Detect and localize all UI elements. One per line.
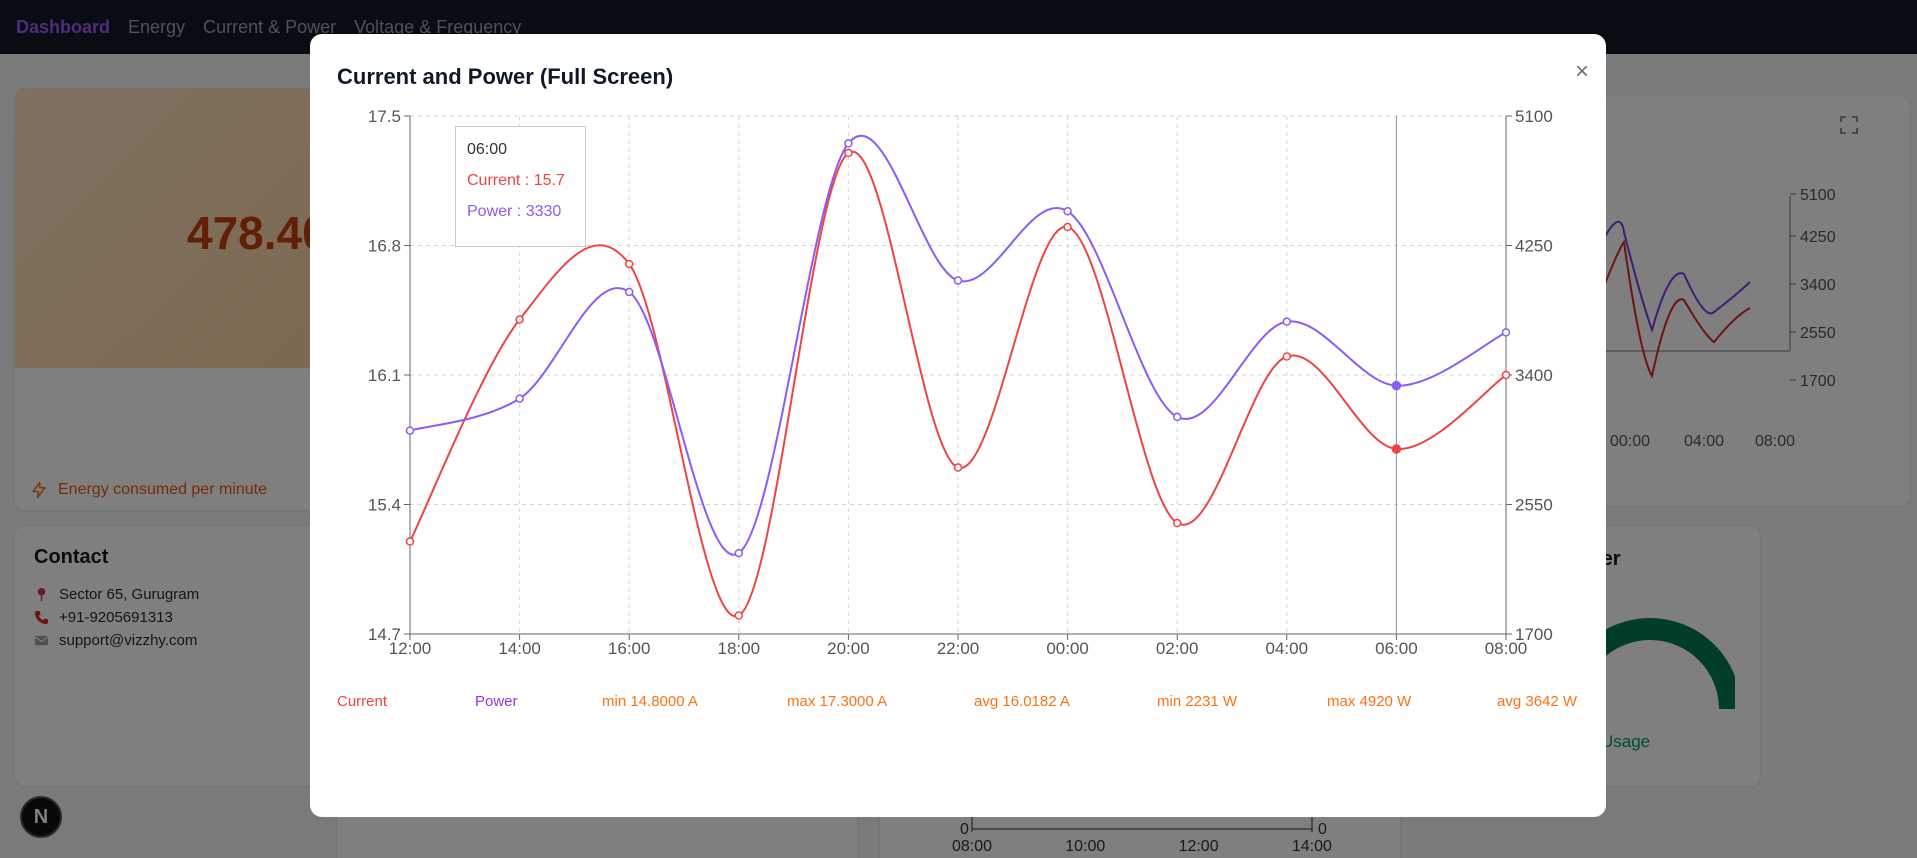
data-point-power[interactable] (844, 139, 853, 148)
y-left-tick-label: 16.1 (368, 366, 401, 385)
chart-tooltip: 06:00 Current : 15.7 Power : 3330 (455, 126, 586, 247)
tooltip-power: Power : 3330 (467, 203, 562, 220)
y-left-tick-label: 16.8 (368, 237, 401, 256)
data-point-current[interactable] (953, 463, 963, 472)
y-right-tick-label: 5100 (1515, 107, 1553, 126)
x-tick-label: 22:00 (937, 639, 980, 658)
legend-power[interactable]: Power (475, 693, 518, 710)
stat-power-min: min 2231 W (1157, 693, 1238, 710)
stat-power-max: max 4920 W (1327, 693, 1412, 710)
y-right-tick-label: 4250 (1515, 237, 1553, 256)
tooltip-time: 06:00 (467, 141, 508, 158)
data-point-power[interactable] (953, 276, 963, 285)
x-tick-label: 18:00 (718, 639, 761, 658)
x-tick-label: 14:00 (498, 639, 541, 658)
data-point-current[interactable] (1282, 352, 1292, 361)
data-point-current[interactable] (734, 611, 744, 620)
x-tick-label: 02:00 (1156, 639, 1199, 658)
stat-current-avg: avg 16.0182 A (974, 693, 1070, 710)
data-point-current[interactable] (515, 315, 524, 324)
data-point-power[interactable] (624, 287, 634, 297)
stats-row: Current Power min 14.8000 A max 17.3000 … (337, 693, 1577, 715)
y-right-tick-label: 3400 (1515, 366, 1553, 385)
data-point-power[interactable] (405, 426, 415, 435)
data-point-power[interactable] (515, 394, 524, 403)
data-point-current[interactable] (1501, 370, 1511, 380)
x-tick-label: 04:00 (1266, 639, 1309, 658)
x-tick-label: 16:00 (608, 639, 651, 658)
x-tick-label: 00:00 (1046, 639, 1089, 658)
stat-power-avg: avg 3642 W (1497, 693, 1578, 710)
fullscreen-chart-modal: Current and Power (Full Screen) × 17.5 16… (310, 34, 1606, 817)
data-point-current[interactable] (624, 259, 634, 269)
data-point-power[interactable] (1063, 206, 1072, 216)
x-tick-label: 20:00 (827, 639, 870, 658)
x-tick-label: 12:00 (389, 639, 432, 658)
tooltip-current: Current : 15.7 (467, 172, 565, 189)
data-point-power[interactable] (1172, 412, 1182, 422)
legend-current[interactable]: Current (337, 693, 387, 710)
data-point-power[interactable] (1282, 317, 1292, 326)
stat-current-max: max 17.3000 A (787, 693, 888, 710)
stat-current-min: min 14.8000 A (602, 693, 698, 710)
y-right-tick-label: 2550 (1515, 496, 1553, 515)
y-left-tick-label: 15.4 (368, 496, 401, 515)
data-point-power[interactable] (1391, 380, 1402, 391)
x-tick-label: 08:00 (1485, 639, 1528, 658)
x-tick-label: 06:00 (1375, 639, 1418, 658)
data-point-power[interactable] (734, 548, 744, 558)
data-point-current[interactable] (1063, 222, 1072, 232)
data-point-current[interactable] (1172, 518, 1182, 528)
y-left-tick-label: 17.5 (368, 107, 401, 126)
data-point-current[interactable] (1391, 444, 1402, 454)
data-point-power[interactable] (1501, 328, 1511, 337)
data-point-current[interactable] (405, 537, 415, 546)
data-point-current[interactable] (844, 148, 853, 158)
